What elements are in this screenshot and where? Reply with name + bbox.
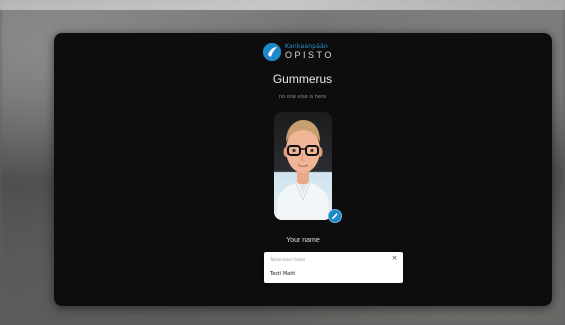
pencil-icon: [332, 213, 338, 219]
name-label: Your name: [286, 237, 320, 244]
room-status: no one else is here: [278, 94, 327, 100]
brand-logo: Kankaanpään OPISTO: [263, 41, 343, 63]
saved-data-hint: Tallennetut tiedot: [270, 257, 306, 262]
edit-avatar-button[interactable]: [328, 209, 342, 223]
opisto-logo-icon: [263, 43, 281, 61]
top-strip: [0, 0, 565, 10]
name-dropdown[interactable]: Tallennetut tiedot × Testi Matti: [264, 252, 403, 283]
close-icon[interactable]: ×: [390, 254, 399, 263]
avatar-preview: [274, 112, 332, 220]
saved-name-option[interactable]: Testi Matti: [270, 271, 296, 277]
logo-line2: OPISTO: [285, 50, 334, 60]
room-title: Gummerus: [272, 72, 333, 86]
